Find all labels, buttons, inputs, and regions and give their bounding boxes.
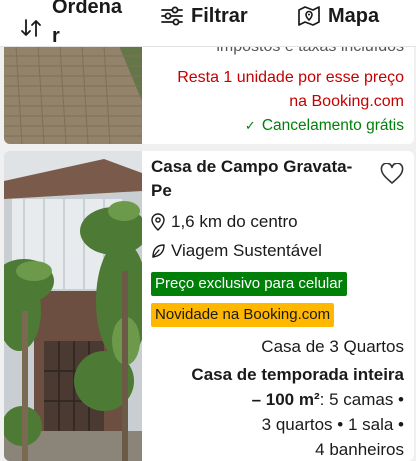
distance-info: 1,6 km do centro (151, 212, 298, 232)
map-pin-icon (298, 6, 320, 26)
filter-button[interactable]: Filtrar (160, 2, 248, 30)
heart-icon[interactable] (380, 163, 404, 185)
sort-label: Ordena r (52, 0, 123, 47)
beds-count: : 5 camas • (319, 390, 404, 409)
sort-label-line1: Ordena (52, 0, 123, 18)
mobile-price-badge: Preço exclusivo para celular (151, 272, 347, 296)
location-pin-icon (151, 213, 165, 231)
free-cancellation-label: Cancelamento grátis (261, 117, 404, 134)
distance-label: 1,6 km do centro (171, 212, 298, 231)
sustainability-label: Viagem Sustentável (171, 241, 322, 260)
taxes-note: impostos e taxas incluídos (216, 46, 404, 55)
new-on-booking-badge: Novidade na Booking.com (151, 303, 335, 327)
map-label: Mapa (328, 5, 380, 27)
filter-sliders-icon (161, 6, 183, 26)
property-photo-previous[interactable] (4, 46, 142, 144)
urgency-message-line1: Resta 1 unidade por esse preço (177, 69, 404, 86)
urgency-message-line2: na Booking.com (289, 93, 404, 110)
property-card[interactable]: Casa de Campo Gravata-Pe 1,6 km do centr… (4, 151, 414, 461)
sort-button[interactable]: Ordena r (20, 0, 123, 47)
paving-stones-image (4, 46, 142, 144)
rooms-count: 3 quartos • 1 sala • (261, 415, 404, 434)
leaf-icon (152, 244, 165, 258)
property-card-previous[interactable]: impostos e taxas incluídos Resta 1 unida… (4, 46, 414, 144)
unit-type: Casa de 3 Quartos (261, 337, 404, 356)
filter-label: Filtrar (191, 5, 248, 27)
sustainability-info: Viagem Sustentável (151, 241, 322, 261)
map-button[interactable]: Mapa (297, 2, 379, 30)
check-icon: ✓ (244, 118, 256, 133)
sort-arrows-icon (21, 18, 41, 37)
house-photo-image (4, 151, 142, 461)
free-cancellation: ✓ Cancelamento grátis (245, 116, 404, 136)
property-photo[interactable] (4, 151, 142, 461)
unit-area: – 100 m² (251, 390, 320, 409)
results-toolbar: Ordena r Filtrar Mapa (0, 0, 416, 47)
sort-label-line2: r (52, 25, 60, 47)
property-title[interactable]: Casa de Campo Gravata-Pe (151, 155, 361, 203)
stay-description: Casa de temporada inteira – 100 m²: 5 ca… (149, 362, 404, 461)
stay-type: Casa de temporada inteira (191, 365, 404, 384)
